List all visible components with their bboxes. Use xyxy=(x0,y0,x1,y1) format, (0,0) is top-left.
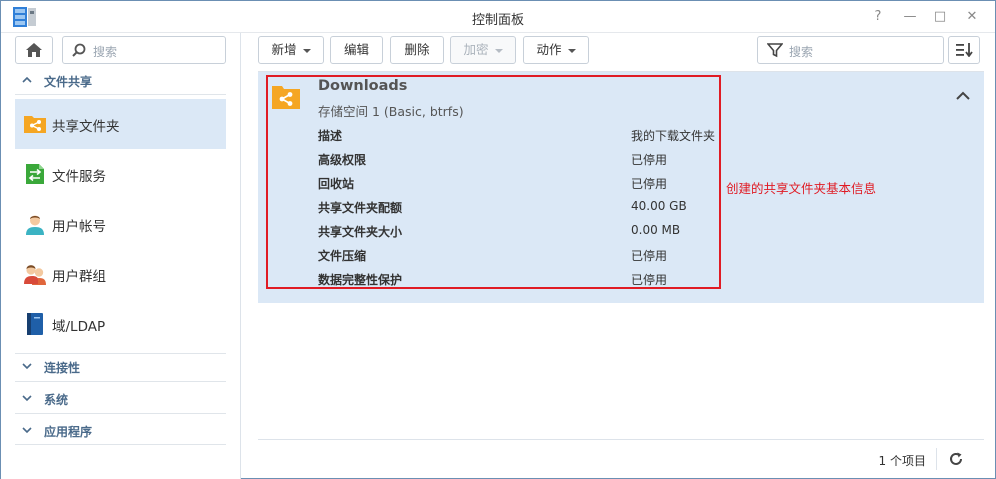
sidebar-item-label: 域/LDAP xyxy=(52,319,106,335)
user-icon xyxy=(26,215,44,235)
divider xyxy=(15,381,226,382)
window-title: 控制面板 xyxy=(471,13,524,28)
chevron-up-icon xyxy=(22,76,32,83)
sidebar-item-label: 用户群组 xyxy=(52,269,106,285)
group-icon xyxy=(24,265,46,285)
control-panel-window: 控制面板 ? — □ ✕ 搜索 文件共享 共享文件夹 文件服务 用户帐号 用户群… xyxy=(0,0,996,479)
sidebar-search-input[interactable]: 搜索 xyxy=(62,36,226,64)
sidebar-item-file-services[interactable]: 文件服务 xyxy=(15,149,226,199)
divider xyxy=(15,413,226,414)
section-system-label: 系统 xyxy=(44,393,69,407)
sidebar: 搜索 文件共享 共享文件夹 文件服务 用户帐号 用户群组 域/LDAP 连接性 … xyxy=(1,33,241,479)
sidebar-item-label: 文件服务 xyxy=(52,169,106,185)
section-file-sharing[interactable]: 文件共享 xyxy=(15,71,226,93)
sidebar-item-shared-folder[interactable]: 共享文件夹 xyxy=(15,99,226,149)
sidebar-search-placeholder: 搜索 xyxy=(93,45,118,59)
file-services-icon xyxy=(26,164,44,184)
section-system[interactable]: 系统 xyxy=(15,389,226,411)
encrypt-button-label: 加密 xyxy=(463,42,489,57)
filter-icon xyxy=(767,43,783,58)
title-bar: 控制面板 ? — □ ✕ xyxy=(1,1,995,33)
create-button-label: 新增 xyxy=(271,42,297,57)
search-icon xyxy=(72,43,86,57)
edit-button-label: 编辑 xyxy=(343,42,369,57)
filter-search-placeholder: 搜索 xyxy=(789,45,814,59)
filter-search-input[interactable]: 搜索 xyxy=(757,36,944,64)
shared-folder-icon xyxy=(24,116,46,133)
divider xyxy=(15,444,226,445)
divider xyxy=(15,94,226,95)
chevron-up-icon[interactable] xyxy=(955,89,971,101)
maximize-button[interactable]: □ xyxy=(929,7,951,27)
divider xyxy=(936,448,937,470)
section-applications-label: 应用程序 xyxy=(44,425,93,439)
divider xyxy=(15,353,226,354)
caret-down-icon xyxy=(302,48,311,53)
home-icon xyxy=(26,43,42,57)
section-applications[interactable]: 应用程序 xyxy=(15,421,226,443)
delete-button-label: 删除 xyxy=(404,42,430,57)
sidebar-item-group[interactable]: 用户群组 xyxy=(15,249,226,299)
section-file-sharing-label: 文件共享 xyxy=(44,75,93,89)
sidebar-item-user[interactable]: 用户帐号 xyxy=(15,199,226,249)
sidebar-item-domain-ldap[interactable]: 域/LDAP xyxy=(15,299,226,349)
delete-button[interactable]: 删除 xyxy=(390,36,444,64)
help-button[interactable]: ? xyxy=(867,7,889,27)
minimize-button[interactable]: — xyxy=(899,7,921,27)
chevron-down-icon xyxy=(22,395,32,402)
action-button-label: 动作 xyxy=(536,42,562,57)
close-button[interactable]: ✕ xyxy=(961,7,983,27)
section-connectivity[interactable]: 连接性 xyxy=(15,357,226,379)
section-connectivity-label: 连接性 xyxy=(44,361,81,375)
encrypt-button[interactable]: 加密 xyxy=(450,36,516,64)
caret-down-icon xyxy=(567,48,576,53)
item-count: 1 个项目 xyxy=(878,454,926,468)
list-footer: 1 个项目 xyxy=(258,439,984,479)
sidebar-item-label: 共享文件夹 xyxy=(52,119,120,135)
home-button[interactable] xyxy=(15,36,53,64)
chevron-down-icon xyxy=(22,363,32,370)
domain-ldap-icon xyxy=(27,313,43,335)
create-button[interactable]: 新增 xyxy=(258,36,324,64)
annotation-highlight-box xyxy=(266,75,721,289)
refresh-icon[interactable] xyxy=(948,451,964,467)
sort-button[interactable] xyxy=(948,36,980,64)
chevron-down-icon xyxy=(22,427,32,434)
edit-button[interactable]: 编辑 xyxy=(330,36,383,64)
sidebar-item-label: 用户帐号 xyxy=(52,219,106,235)
caret-down-icon xyxy=(494,48,503,53)
sort-icon xyxy=(956,43,973,57)
action-button[interactable]: 动作 xyxy=(523,36,589,64)
annotation-text: 创建的共享文件夹基本信息 xyxy=(726,181,877,196)
